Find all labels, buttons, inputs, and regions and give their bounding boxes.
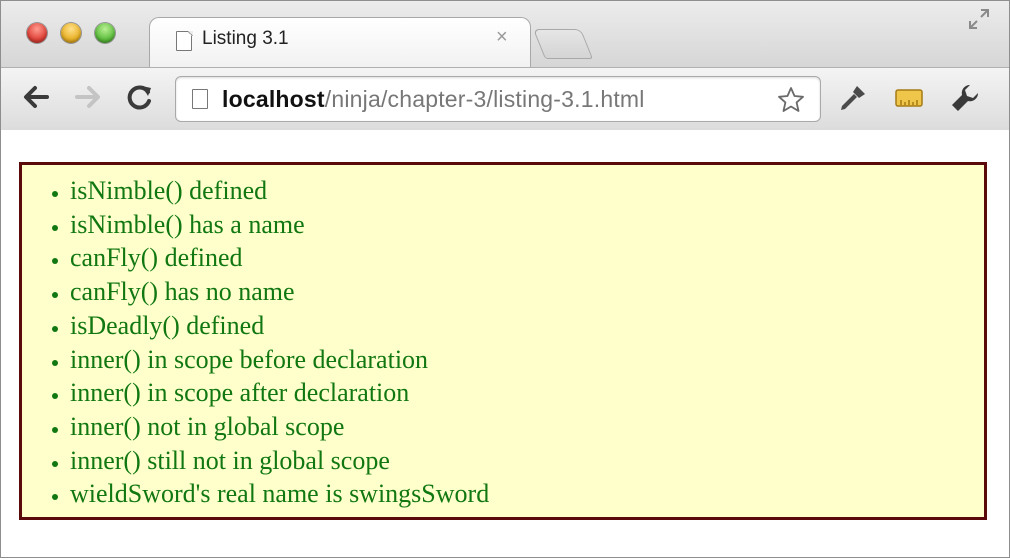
tab-listing[interactable]: Listing 3.1 × (149, 17, 531, 70)
list-item: canFly() defined (70, 241, 984, 275)
zoom-window-button[interactable] (95, 23, 115, 43)
browser-toolbar: localhost/ninja/chapter-3/listing-3.1.ht… (1, 67, 1009, 131)
url-host: localhost (222, 86, 325, 112)
tab-close-icon[interactable]: × (496, 26, 508, 49)
fullscreen-icon[interactable] (967, 7, 991, 31)
results-list: isNimble() defined isNimble() has a name… (22, 165, 984, 511)
tab-title: Listing 3.1 (202, 28, 289, 49)
pen-icon[interactable] (837, 82, 869, 114)
list-item: canFly() has no name (70, 275, 984, 309)
new-tab-button[interactable] (532, 29, 594, 59)
close-window-button[interactable] (27, 23, 47, 43)
list-item: inner() in scope before declaration (70, 343, 984, 377)
star-icon[interactable] (776, 85, 806, 115)
page-icon (192, 89, 208, 109)
ruler-icon[interactable] (893, 82, 925, 114)
list-item: isDeadly() defined (70, 309, 984, 343)
list-item: wieldSword's real name is swingsSword (70, 477, 984, 511)
minimize-window-button[interactable] (61, 23, 81, 43)
results-panel: isNimble() defined isNimble() has a name… (19, 162, 987, 520)
page-content: isNimble() defined isNimble() has a name… (1, 130, 1009, 557)
browser-window: Listing 3.1 × localhost/ninja/chapter-3/… (0, 0, 1010, 558)
forward-arrow-icon[interactable] (73, 82, 103, 112)
reload-icon[interactable] (125, 82, 155, 112)
list-item: inner() in scope after declaration (70, 376, 984, 410)
list-item: isNimble() defined (70, 174, 984, 208)
wrench-icon[interactable] (949, 82, 981, 114)
tab-strip: Listing 3.1 × (1, 1, 1009, 70)
list-item: inner() still not in global scope (70, 444, 984, 478)
url-path: /ninja/chapter-3/listing-3.1.html (324, 86, 645, 112)
page-icon (176, 31, 192, 51)
back-arrow-icon[interactable] (21, 82, 51, 112)
address-bar[interactable]: localhost/ninja/chapter-3/listing-3.1.ht… (175, 76, 821, 122)
list-item: inner() not in global scope (70, 410, 984, 444)
url-text: localhost/ninja/chapter-3/listing-3.1.ht… (222, 86, 645, 113)
list-item: isNimble() has a name (70, 208, 984, 242)
